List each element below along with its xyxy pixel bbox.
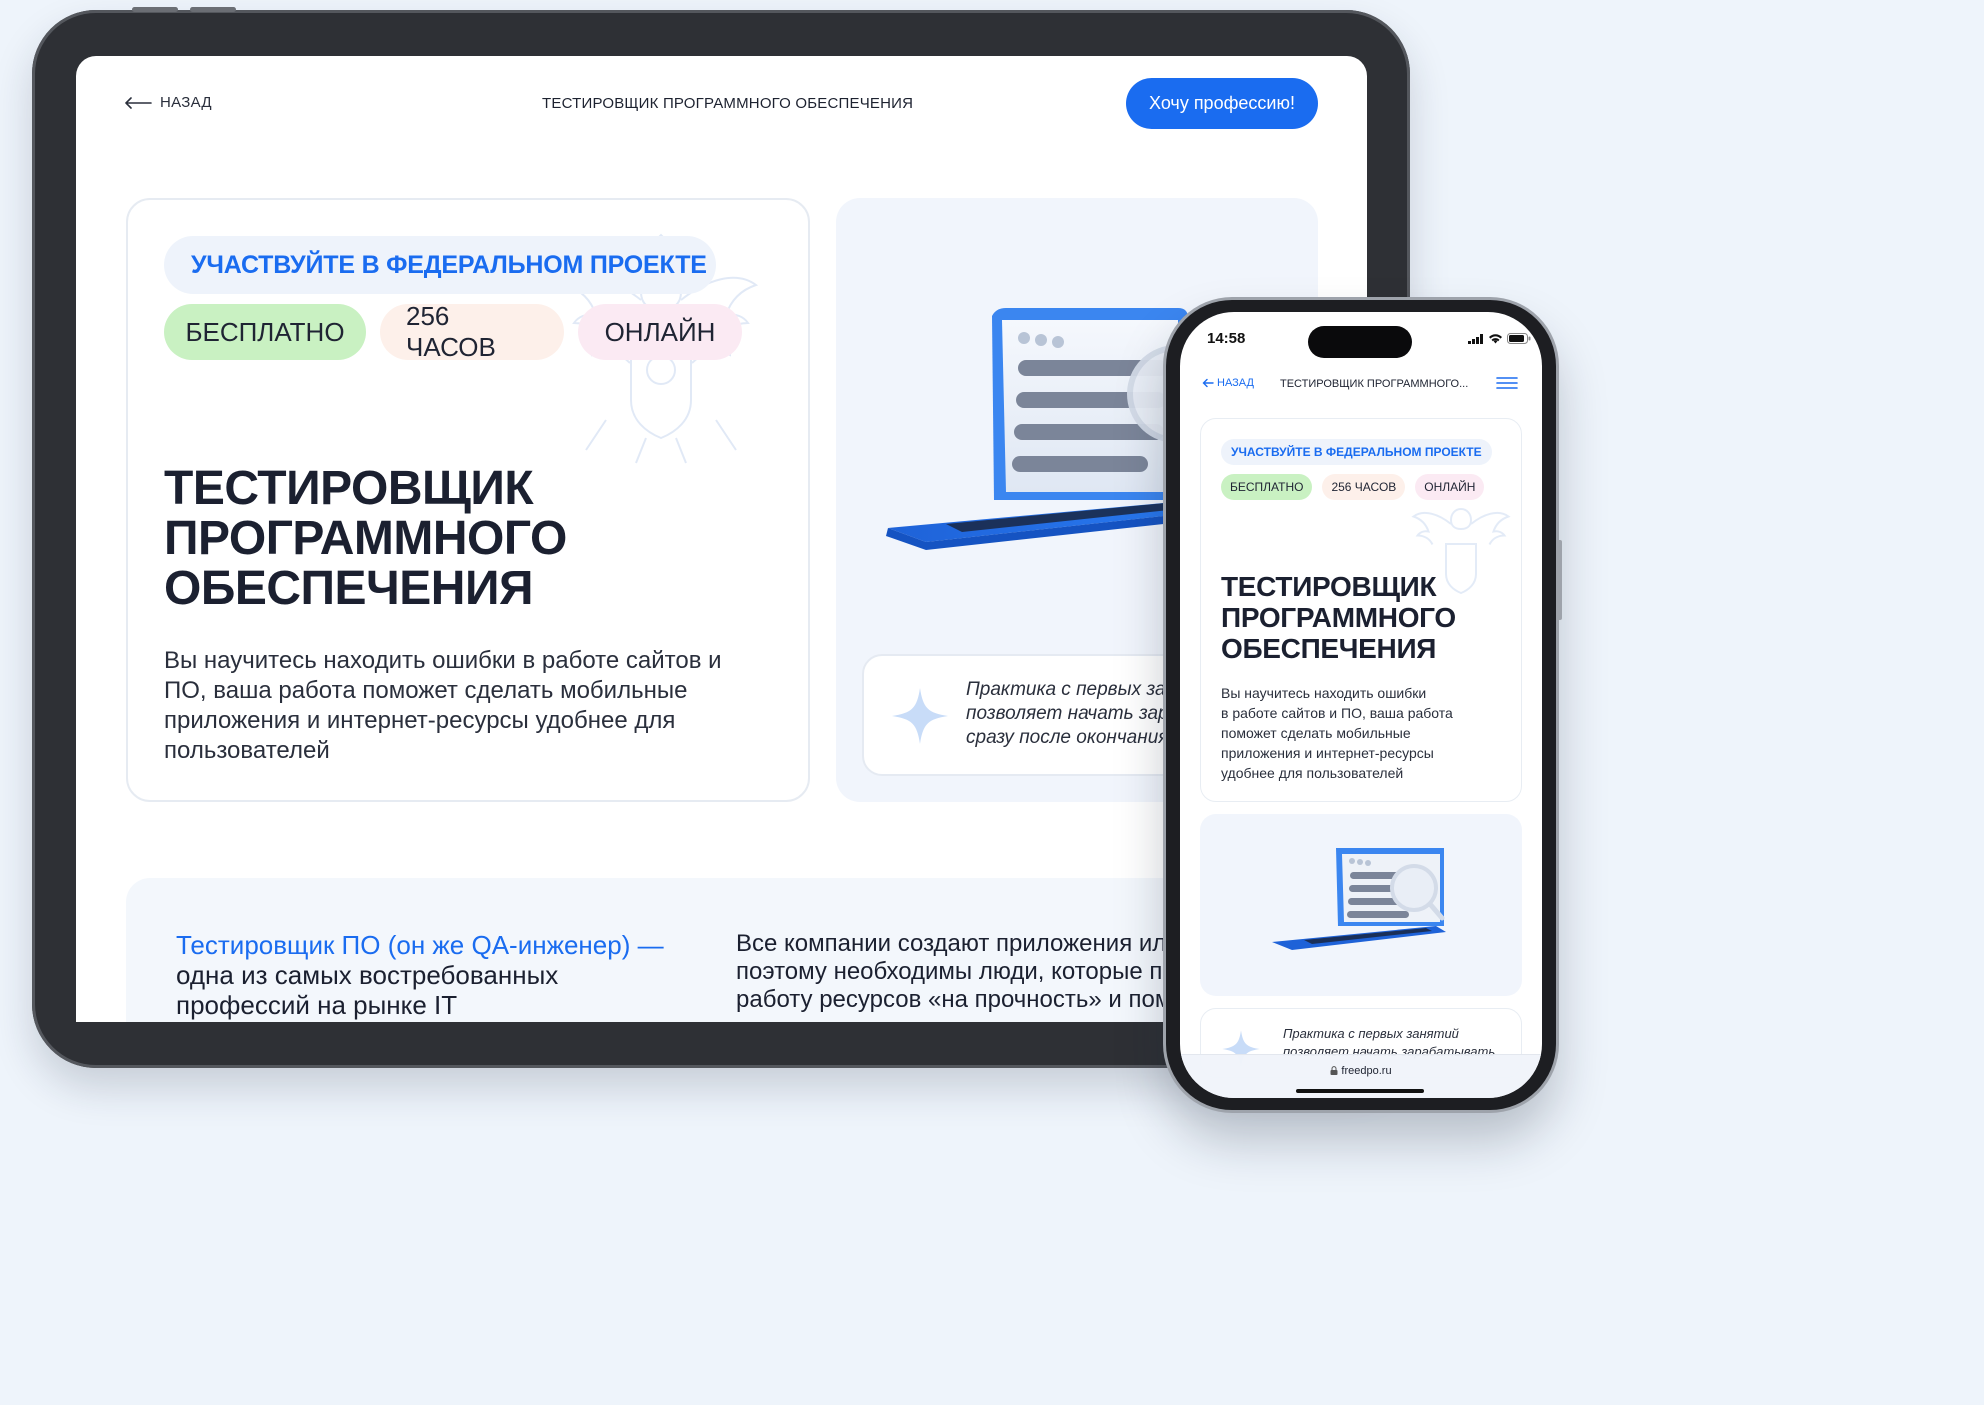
browser-url-bar[interactable]: freedpo.ru (1180, 1054, 1542, 1098)
about-left-text: Тестировщик ПО (он же QA-инженер) — одна… (176, 930, 696, 1020)
phone-desc-line: приложения и интернет-ресурсы (1221, 745, 1434, 761)
arrow-left-icon (125, 96, 152, 109)
phone-tag-list: БЕСПЛАТНО 256 ЧАСОВ ОНЛАЙН (1221, 474, 1485, 500)
page-header: НАЗАД ТЕСТИРОВЩИК ПРОГРАММНОГО ОБЕСПЕЧЕН… (76, 56, 1367, 156)
laptop-illustration (1272, 848, 1446, 950)
phone-hero-card: УЧАСТВУЙТЕ В ФЕДЕРАЛЬНОМ ПРОЕКТЕ БЕСПЛАТ… (1200, 418, 1522, 802)
phone-title-line: ТЕСТИРОВЩИК (1221, 571, 1437, 602)
phone-hero-description: Вы научитесь находить ошибки в работе са… (1221, 683, 1511, 783)
tablet-volume-button (190, 7, 236, 12)
tag-hours: 256 ЧАСОВ (380, 301, 564, 362)
phone-screen: 14:58 НАЗАД ТЕСТИРОВЩИК ПРОГРАММНОГО... … (1180, 312, 1542, 1098)
sparkle-icon (892, 688, 948, 744)
phone-side-button (1557, 540, 1562, 620)
phone-page-title: ТЕСТИРОВЩИК ПРОГРАММНОГО... (1280, 378, 1469, 390)
tag-online: ОНЛАЙН (1415, 474, 1485, 500)
lock-icon (1330, 1066, 1338, 1075)
url-field[interactable]: freedpo.ru (1180, 1065, 1542, 1077)
federal-project-badge: УЧАСТВУЙТЕ В ФЕДЕРАЛЬНОМ ПРОЕКТЕ (164, 236, 716, 294)
phone-back-label: НАЗАД (1217, 377, 1254, 389)
tablet-volume-button (132, 7, 178, 12)
status-icons (1468, 333, 1531, 344)
hero-title-line: ОБЕСПЕЧЕНИЯ (164, 562, 533, 615)
phone-device: 14:58 НАЗАД ТЕСТИРОВЩИК ПРОГРАММНОГО... … (1166, 300, 1562, 1110)
tag-list: БЕСПЛАТНО 256 ЧАСОВ ОНЛАЙН (164, 301, 742, 362)
status-time: 14:58 (1207, 330, 1246, 347)
tag-free: БЕСПЛАТНО (164, 304, 366, 360)
phone-desc-line: в работе сайтов и ПО, ваша работа (1221, 705, 1453, 721)
about-accent: Тестировщик ПО (он же QA-инженер) — (176, 930, 664, 960)
phone-nav: НАЗАД ТЕСТИРОВЩИК ПРОГРАММНОГО... (1180, 374, 1542, 398)
signal-icon (1468, 333, 1483, 344)
tag-online: ОНЛАЙН (578, 304, 742, 360)
about-line: одна из самых востребованных (176, 960, 559, 990)
url-text: freedpo.ru (1341, 1065, 1392, 1077)
dynamic-island (1308, 326, 1412, 358)
tag-hours: 256 ЧАСОВ (1322, 474, 1406, 500)
hero-title-line: ТЕСТИРОВЩИК (164, 462, 534, 515)
back-link[interactable]: НАЗАД (124, 94, 212, 111)
tag-free: БЕСПЛАТНО (1221, 474, 1313, 500)
home-indicator (1296, 1089, 1424, 1093)
want-profession-button[interactable]: Хочу профессию! (1126, 78, 1318, 129)
wifi-icon (1489, 334, 1502, 344)
hamburger-menu-icon[interactable] (1496, 374, 1518, 392)
phone-desc-line: поможет сделать мобильные (1221, 725, 1411, 741)
phone-desc-line: Вы научитесь находить ошибки (1221, 685, 1427, 701)
phone-illustration-card (1200, 814, 1522, 996)
hero-card: УЧАСТВУЙТЕ В ФЕДЕРАЛЬНОМ ПРОЕКТЕ БЕСПЛАТ… (126, 198, 810, 802)
hero-description: Вы научитесь находить ошибки в работе са… (164, 647, 722, 764)
back-label: НАЗАД (160, 94, 212, 111)
battery-icon (1507, 333, 1531, 344)
phone-title-line: ОБЕСПЕЧЕНИЯ (1221, 633, 1437, 664)
about-line: профессий на рынке IT (176, 990, 458, 1020)
phone-federal-badge: УЧАСТВУЙТЕ В ФЕДЕРАЛЬНОМ ПРОЕКТЕ (1221, 439, 1492, 465)
hero-title: ТЕСТИРОВЩИК ПРОГРАММНОГО ОБЕСПЕЧЕНИЯ (164, 464, 724, 614)
phone-practice-line: Практика с первых занятий (1283, 1026, 1459, 1041)
hero-title-line: ПРОГРАММНОГО (164, 512, 567, 565)
phone-title-line: ПРОГРАММНОГО (1221, 602, 1456, 633)
status-bar: 14:58 (1180, 312, 1542, 362)
arrow-left-icon (1202, 378, 1214, 388)
page-title: ТЕСТИРОВЩИК ПРОГРАММНОГО ОБЕСПЕЧЕНИЯ (542, 95, 914, 112)
phone-hero-title: ТЕСТИРОВЩИК ПРОГРАММНОГО ОБЕСПЕЧЕНИЯ (1221, 571, 1511, 664)
phone-back-link[interactable]: НАЗАД (1202, 377, 1254, 389)
phone-desc-line: удобнее для пользователей (1221, 765, 1404, 781)
